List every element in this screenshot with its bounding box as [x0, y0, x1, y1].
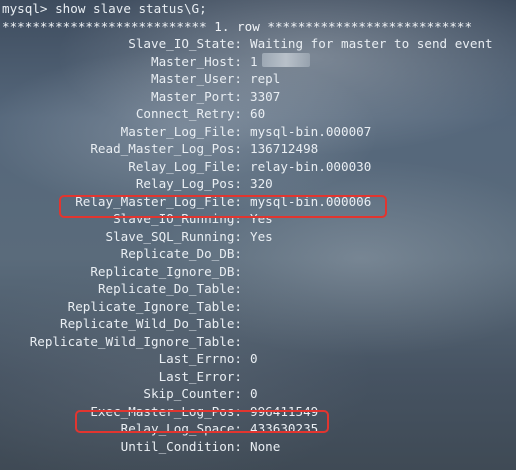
- status-row: Last_Error:: [2, 368, 493, 386]
- field-label: Replicate_Wild_Do_Table:: [60, 316, 242, 331]
- field-label: Replicate_Ignore_Table:: [67, 298, 242, 314]
- field-label: Master_User:: [151, 71, 242, 86]
- status-row: Skip_Counter: 0: [2, 385, 493, 403]
- status-row: Relay_Log_File: relay-bin.000030: [2, 158, 493, 176]
- highlight-box-exec-master-log-pos: [75, 410, 329, 433]
- field-label: Master_Host:: [151, 53, 242, 69]
- status-row: Connect_Retry: 60: [2, 105, 493, 123]
- field-value: 0: [250, 351, 258, 366]
- field-value: 136712498: [250, 141, 319, 156]
- highlight-box-relay-master-log-file: [59, 195, 387, 218]
- status-row: Master_User: repl: [2, 70, 493, 88]
- field-value: Yes: [250, 228, 273, 244]
- mysql-prompt: mysql> show slave status\G;: [2, 1, 207, 16]
- status-row: Read_Master_Log_Pos: 136712498: [2, 140, 493, 158]
- field-value: 1: [250, 53, 258, 69]
- status-row: Master_Port: 3307: [2, 88, 493, 106]
- field-value: 3307: [250, 88, 281, 104]
- status-row: Slave_SQL_Running: Yes: [2, 228, 493, 246]
- status-row: Replicate_Do_Table:: [2, 280, 493, 298]
- status-row: Slave_IO_State: Waiting for master to se…: [2, 35, 493, 53]
- field-label: Connect_Retry:: [135, 106, 242, 121]
- field-label: Replicate_Do_Table:: [97, 281, 242, 296]
- status-row: Replicate_Ignore_Table:: [2, 298, 493, 316]
- field-value: Waiting for master to send event: [250, 36, 493, 51]
- field-value: None: [250, 438, 281, 454]
- field-label: Replicate_Do_DB:: [120, 246, 242, 261]
- status-row: Replicate_Wild_Ignore_Table:: [2, 333, 493, 351]
- status-row: Replicate_Wild_Do_Table:: [2, 315, 493, 333]
- field-label: Replicate_Wild_Ignore_Table:: [29, 333, 242, 349]
- field-label: Last_Errno:: [158, 351, 242, 366]
- field-label: Replicate_Ignore_DB:: [90, 263, 242, 279]
- field-label: Master_Port:: [151, 88, 242, 104]
- field-label: Last_Error:: [158, 368, 242, 384]
- status-row: Replicate_Do_DB:: [2, 245, 493, 263]
- status-row: Relay_Log_Pos: 320: [2, 175, 493, 193]
- field-value: relay-bin.000030: [250, 158, 372, 174]
- status-row: Last_Errno: 0: [2, 350, 493, 368]
- field-value: 60: [250, 106, 266, 121]
- terminal-output: mysql> show slave status\G; ************…: [2, 0, 493, 455]
- field-value: 320: [250, 176, 273, 191]
- field-value: repl: [250, 71, 281, 86]
- field-value: mysql-bin.000007: [250, 123, 372, 139]
- status-row: Master_Log_File: mysql-bin.000007: [2, 123, 493, 141]
- field-value: 0: [250, 386, 258, 401]
- field-label: Skip_Counter:: [143, 386, 242, 401]
- field-label: Slave_SQL_Running:: [105, 228, 242, 244]
- field-label: Until_Condition:: [120, 438, 242, 454]
- field-label: Master_Log_File:: [120, 123, 242, 139]
- status-row: Master_Host: 1: [2, 52, 493, 71]
- field-label: Relay_Log_Pos:: [135, 176, 242, 191]
- status-row: Until_Condition: None: [2, 438, 493, 456]
- field-label: Read_Master_Log_Pos:: [90, 141, 242, 156]
- status-row: Replicate_Ignore_DB:: [2, 263, 493, 281]
- row-banner: *************************** 1. row *****…: [2, 18, 473, 34]
- field-label: Slave_IO_State:: [128, 36, 242, 51]
- redacted-host-blur: [261, 52, 310, 67]
- field-label: Relay_Log_File:: [128, 158, 242, 174]
